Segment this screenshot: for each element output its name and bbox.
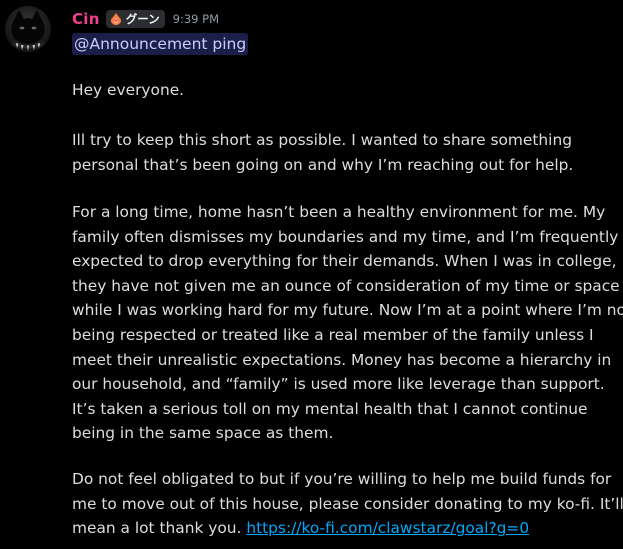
text-line: It’s taken a serious toll on my mental h… (72, 399, 588, 418)
text-line-with-link: mean a lot thank you. https://ko-fi.com/… (72, 516, 617, 541)
text-line: Do not feel obligated to but if you’re w… (72, 470, 612, 488)
text-line: expected to drop everything for their de… (72, 252, 617, 271)
user-tag-label: グーン (125, 12, 160, 26)
text-line: Ill try to keep this short as possible. … (72, 131, 572, 149)
text-line: being respected or treated like a real m… (72, 325, 594, 344)
author-name[interactable]: Cin (72, 10, 100, 28)
flame-heart-icon (109, 12, 123, 26)
kofi-link[interactable]: https://ko-fi.com/clawstarz/goal?g=0 (246, 519, 529, 537)
user-avatar[interactable] (5, 6, 51, 52)
intro-paragraph: Ill try to keep this short as possible. … (72, 128, 617, 177)
text-fragment: mean a lot thank you. (72, 519, 247, 538)
text-line: Hey everyone. (72, 81, 185, 99)
ask-paragraph: Do not feel obligated to but if you’re w… (72, 467, 623, 541)
text-line: personal that’s been going on and why I’… (72, 155, 574, 174)
role-mention[interactable]: @Announcement ping (72, 33, 249, 55)
black-cat-avatar-icon (11, 10, 45, 51)
text-line: For a long time, home hasn’t been a heal… (72, 203, 606, 221)
text-line: me to move out of this house, please con… (72, 494, 623, 513)
user-tag[interactable]: グーン (105, 10, 165, 28)
message-header: Cin グーン 9:39 PM (72, 8, 219, 30)
text-line: they have not given me an ounce of consi… (72, 276, 620, 295)
text-line: family often dismisses my boundaries and… (72, 227, 619, 246)
text-line: while I was working hard for my future. … (72, 301, 623, 320)
story-paragraph: For a long time, home hasn’t been a heal… (72, 200, 623, 446)
chat-message: Cin グーン 9:39 PM @Announcement ping Hey e… (0, 0, 623, 549)
text-line: being in the same space as them. (72, 424, 334, 443)
message-timestamp[interactable]: 9:39 PM (173, 12, 219, 26)
text-line: our household, and “family” is used more… (72, 375, 605, 394)
text-line: meet their unrealistic expectations. Mon… (72, 350, 612, 369)
greeting-paragraph: Hey everyone. (72, 78, 617, 103)
